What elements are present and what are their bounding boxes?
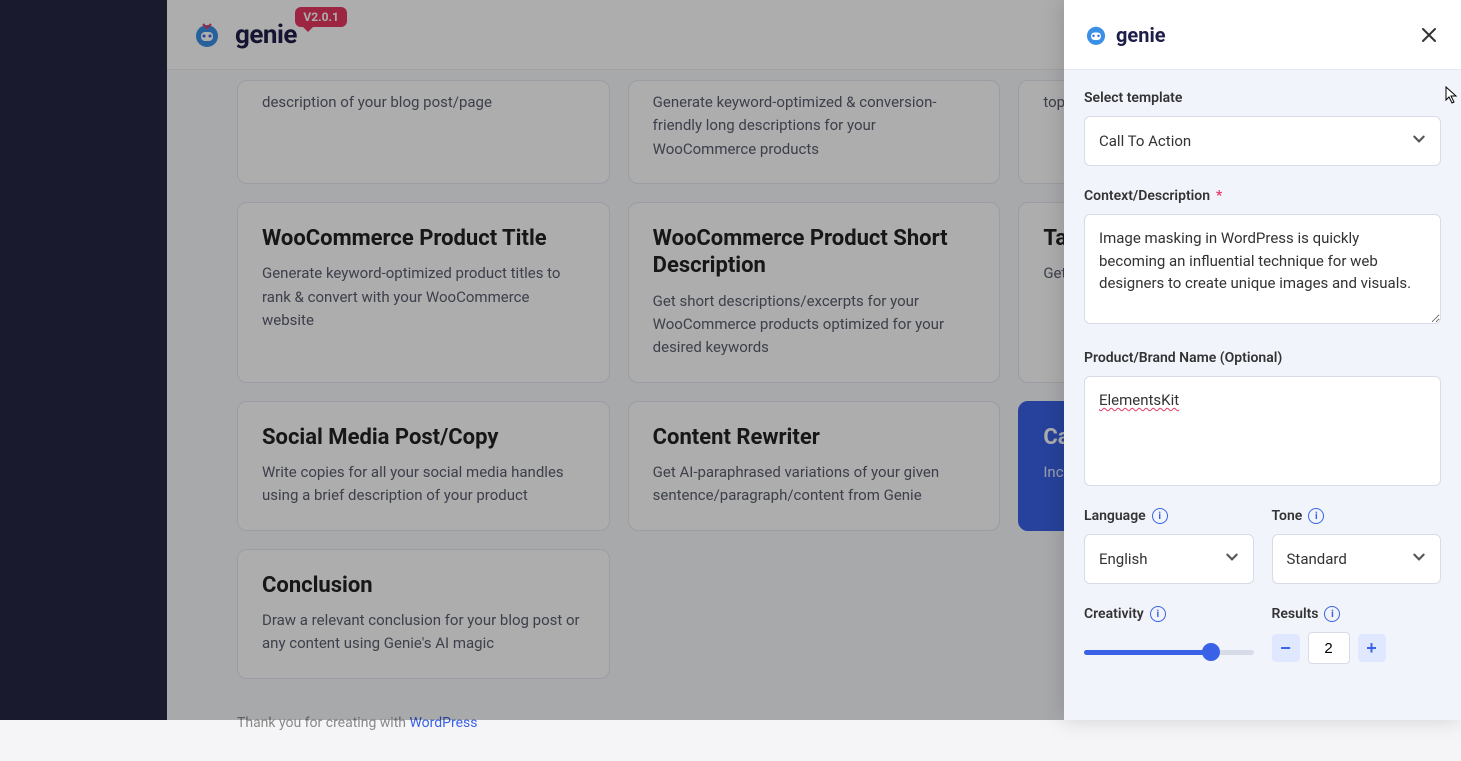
panel-logo-text: genie xyxy=(1116,23,1166,47)
info-icon[interactable]: i xyxy=(1152,508,1168,524)
template-value: Call To Action xyxy=(1099,132,1191,150)
brand-textarea[interactable]: ElementsKit xyxy=(1084,376,1441,486)
brand-group: Product/Brand Name (Optional) ElementsKi… xyxy=(1084,350,1441,486)
brand-label: Product/Brand Name (Optional) xyxy=(1084,350,1441,366)
language-select[interactable]: English xyxy=(1084,534,1254,584)
language-label: Language i xyxy=(1084,508,1254,524)
chevron-down-icon xyxy=(1412,132,1426,150)
results-input[interactable] xyxy=(1308,632,1350,664)
increment-button[interactable]: + xyxy=(1358,634,1386,662)
context-group: Context/Description * xyxy=(1084,188,1441,328)
creativity-slider[interactable] xyxy=(1084,632,1254,672)
tone-label: Tone i xyxy=(1272,508,1442,524)
creativity-group: Creativity i xyxy=(1084,606,1254,672)
info-icon[interactable]: i xyxy=(1150,606,1166,622)
language-group: Language i English xyxy=(1084,508,1254,584)
template-form-panel: genie Select template Call To Action Con… xyxy=(1064,0,1461,720)
results-stepper: − + xyxy=(1272,632,1442,664)
wp-admin-sidebar xyxy=(0,0,167,720)
mouse-cursor-icon xyxy=(1445,86,1459,104)
context-label: Context/Description * xyxy=(1084,188,1441,204)
language-value: English xyxy=(1099,550,1148,568)
info-icon[interactable]: i xyxy=(1308,508,1324,524)
slider-fill xyxy=(1084,650,1211,655)
template-select[interactable]: Call To Action xyxy=(1084,116,1441,166)
tone-group: Tone i Standard xyxy=(1272,508,1442,584)
close-icon[interactable] xyxy=(1415,21,1443,49)
panel-logo: genie xyxy=(1082,21,1166,49)
slider-thumb[interactable] xyxy=(1202,643,1220,661)
tone-select[interactable]: Standard xyxy=(1272,534,1442,584)
template-label: Select template xyxy=(1084,90,1441,106)
results-group: Results i − + xyxy=(1272,606,1442,672)
context-textarea[interactable] xyxy=(1084,214,1441,324)
results-label: Results i xyxy=(1272,606,1442,622)
info-icon[interactable]: i xyxy=(1324,606,1340,622)
panel-body: Select template Call To Action Context/D… xyxy=(1064,70,1461,720)
creativity-label: Creativity i xyxy=(1084,606,1254,622)
panel-header: genie xyxy=(1064,0,1461,70)
chevron-down-icon xyxy=(1412,550,1426,568)
tone-value: Standard xyxy=(1287,550,1347,568)
required-asterisk: * xyxy=(1216,188,1222,204)
chevron-down-icon xyxy=(1225,550,1239,568)
template-select-group: Select template Call To Action xyxy=(1084,90,1441,166)
decrement-button[interactable]: − xyxy=(1272,634,1300,662)
